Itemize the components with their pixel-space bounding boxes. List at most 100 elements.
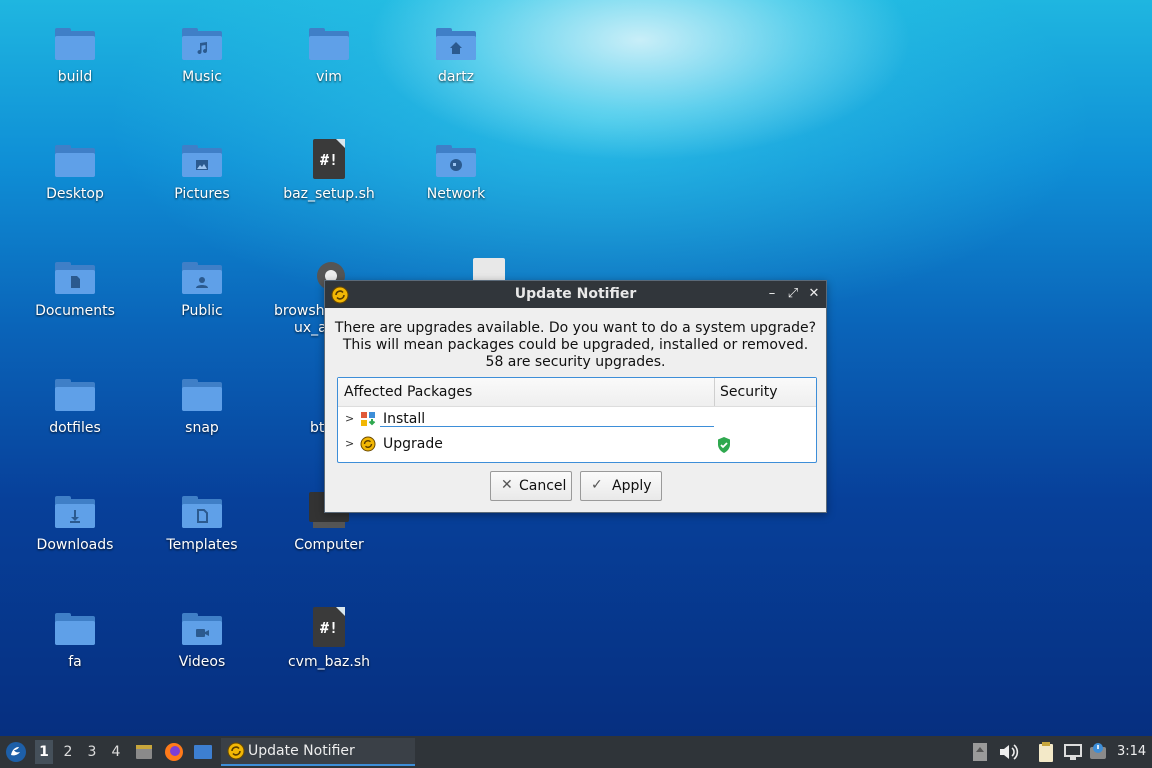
folder-network-icon — [434, 139, 478, 183]
folder-downloads-icon — [53, 490, 97, 534]
minimize-button[interactable]: – — [763, 285, 781, 303]
volume-icon[interactable] — [998, 742, 1020, 762]
desktop-icon-label: Computer — [294, 537, 364, 553]
tree-header: Affected Packages Security — [338, 378, 816, 407]
folder-documents-icon — [53, 256, 97, 300]
desktop-icon-vim[interactable]: vim — [274, 22, 384, 86]
clock[interactable]: 3:14 — [1117, 744, 1146, 759]
folder-home-icon — [434, 22, 478, 66]
desktop-icon-label: Network — [426, 186, 486, 202]
desktop-icon-label: snap — [185, 420, 219, 436]
tree-row-upgrade[interactable]: > Upgrade — [338, 433, 816, 457]
folder-icon — [53, 139, 97, 183]
column-header-security[interactable]: Security — [720, 384, 778, 400]
desktop-icon-snap[interactable]: snap — [147, 373, 257, 437]
desktop-icon-fa[interactable]: fa — [20, 607, 130, 671]
desktop-icon-label: Videos — [178, 654, 226, 670]
dialog-message: There are upgrades available. Do you wan… — [325, 320, 826, 371]
clipboard-icon[interactable] — [1036, 741, 1056, 763]
dialog-title: Update Notifier — [514, 286, 637, 302]
maximize-button[interactable]: ⤢ — [784, 285, 802, 303]
update-notifier-dialog: Update Notifier – ⤢ ✕ There are upgrades… — [324, 280, 827, 513]
desktop-icon-label: Music — [182, 69, 222, 85]
message-line: 58 are security upgrades. — [485, 354, 666, 370]
firefox-icon[interactable] — [164, 742, 184, 762]
desktop-icon-build[interactable]: build — [20, 22, 130, 86]
desktop-icon-downloads[interactable]: Downloads — [20, 490, 130, 554]
folder-templates-icon — [180, 490, 224, 534]
eject-icon[interactable] — [971, 742, 989, 762]
desktop-icon-label: vim — [316, 69, 342, 85]
close-button[interactable]: ✕ — [805, 285, 823, 303]
notification-icon[interactable] — [1088, 741, 1110, 763]
desktop-icon-label: baz_setup.sh — [283, 186, 375, 202]
desktop-icon-label: Templates — [166, 537, 238, 553]
folder-icon — [53, 22, 97, 66]
desktop-icon-label: build — [57, 69, 93, 85]
desktop-icon-label: fa — [68, 654, 82, 670]
cancel-button[interactable]: ✕ Cancel — [490, 471, 572, 501]
taskbar: 1 2 3 4 Update Notifier 3:14 — [0, 736, 1152, 768]
row-divider — [380, 426, 714, 427]
desktop-icon-pictures[interactable]: Pictures — [147, 139, 257, 203]
tree-row-install[interactable]: > Install — [338, 408, 816, 432]
shell-script-icon: #! — [307, 139, 351, 183]
workspace-1[interactable]: 1 — [35, 740, 53, 764]
close-icon: ✕ — [501, 477, 513, 493]
desktop-icon-music[interactable]: Music — [147, 22, 257, 86]
tree-row-label: Upgrade — [383, 436, 443, 452]
desktop-icon-templates[interactable]: Templates — [147, 490, 257, 554]
shell-script-icon: #! — [307, 607, 351, 651]
start-menu-icon[interactable] — [5, 741, 27, 763]
desktop-icon-videos[interactable]: Videos — [147, 607, 257, 671]
network-icon[interactable] — [1062, 742, 1084, 762]
desktop-icon-network[interactable]: Network — [401, 139, 511, 203]
desktop-icon-cvm-baz[interactable]: #! cvm_baz.sh — [274, 607, 384, 671]
workspace-3[interactable]: 3 — [83, 744, 101, 760]
affected-packages-tree[interactable]: Affected Packages Security > Install > U… — [337, 377, 817, 463]
update-notifier-icon — [227, 742, 245, 760]
folder-icon — [53, 373, 97, 417]
tree-row-label: Install — [383, 411, 426, 427]
show-desktop-icon[interactable] — [193, 742, 213, 762]
check-icon: ✓ — [591, 477, 603, 493]
desktop-icon-baz-setup[interactable]: #! baz_setup.sh — [274, 139, 384, 203]
folder-music-icon — [180, 22, 224, 66]
expand-arrow-icon[interactable]: > — [345, 412, 354, 425]
desktop-icon-label: Documents — [35, 303, 115, 319]
expand-arrow-icon[interactable]: > — [345, 437, 354, 450]
desktop-icon-dartz[interactable]: dartz — [401, 22, 511, 86]
file-manager-icon[interactable] — [134, 742, 154, 762]
desktop-icon-desktop[interactable]: Desktop — [20, 139, 130, 203]
column-header-packages[interactable]: Affected Packages — [344, 384, 472, 400]
taskbar-task-label: Update Notifier — [248, 743, 355, 759]
desktop-icon-label: Pictures — [174, 186, 230, 202]
desktop-icon-label: dartz — [437, 69, 475, 85]
install-package-icon — [361, 412, 376, 426]
taskbar-task-update-notifier[interactable]: Update Notifier — [221, 738, 415, 766]
message-line: This will mean packages could be upgrade… — [342, 337, 809, 353]
desktop-icon-label: Desktop — [46, 186, 104, 202]
security-shield-icon — [718, 437, 730, 453]
folder-videos-icon — [180, 607, 224, 651]
cancel-button-label: Cancel — [519, 478, 567, 494]
dialog-titlebar[interactable]: Update Notifier – ⤢ ✕ — [325, 281, 826, 308]
folder-icon — [53, 607, 97, 651]
desktop-icon-dotfiles[interactable]: dotfiles — [20, 373, 130, 437]
folder-icon — [307, 22, 351, 66]
apply-button[interactable]: ✓ Apply — [580, 471, 662, 501]
folder-icon — [180, 373, 224, 417]
column-separator — [714, 378, 715, 406]
desktop-icon-public[interactable]: Public — [147, 256, 257, 320]
desktop-icon-documents[interactable]: Documents — [20, 256, 130, 320]
folder-public-icon — [180, 256, 224, 300]
desktop-icon-label: cvm_baz.sh — [287, 654, 371, 670]
folder-pictures-icon — [180, 139, 224, 183]
workspace-4[interactable]: 4 — [107, 744, 125, 760]
workspace-2[interactable]: 2 — [59, 744, 77, 760]
desktop-icon-label: Public — [181, 303, 223, 319]
message-line: There are upgrades available. Do you wan… — [334, 320, 817, 336]
desktop-icon-label: Downloads — [36, 537, 114, 553]
upgrade-package-icon — [360, 436, 376, 452]
apply-button-label: Apply — [612, 478, 652, 494]
